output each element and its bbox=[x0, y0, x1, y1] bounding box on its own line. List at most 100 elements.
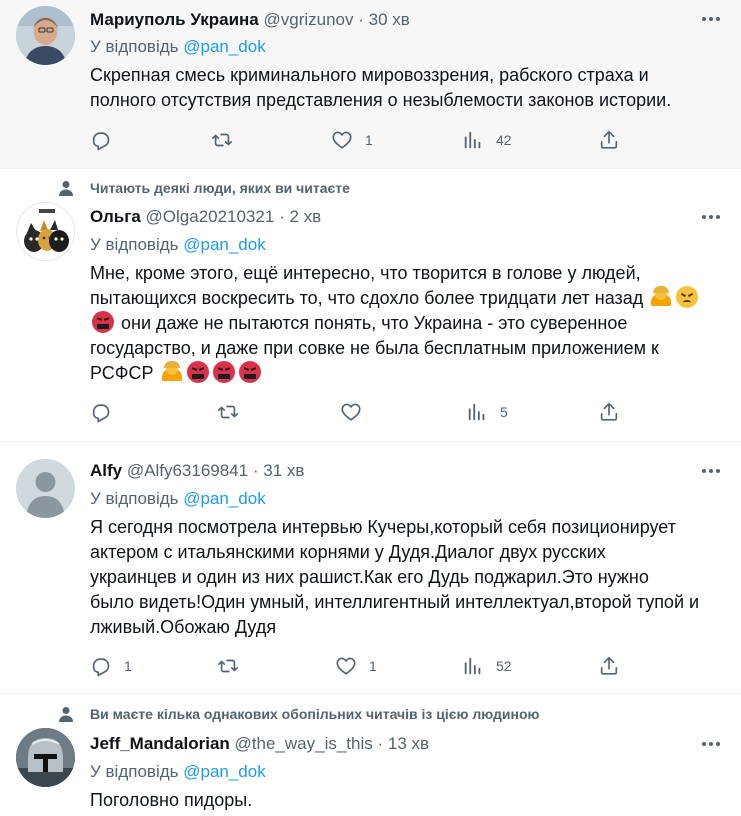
avatar[interactable] bbox=[16, 202, 75, 261]
tweet-text-line: они даже не пытаются понять, что Украина… bbox=[90, 311, 730, 336]
separator: · bbox=[377, 734, 384, 753]
timestamp[interactable]: 2 хв bbox=[289, 207, 321, 226]
reply-mention-link[interactable]: @pan_dok bbox=[183, 489, 266, 508]
reply-mention-link[interactable]: @pan_dok bbox=[183, 37, 266, 56]
tweet-actions: 1 1 52 bbox=[90, 654, 630, 678]
author-handle[interactable]: @Olga20210321 bbox=[146, 207, 275, 226]
reply-prefix: У відповідь bbox=[90, 762, 179, 781]
timestamp[interactable]: 30 хв bbox=[369, 10, 410, 29]
like-count: 1 bbox=[369, 658, 377, 674]
views-button[interactable]: 52 bbox=[462, 654, 512, 678]
retweet-icon bbox=[218, 659, 238, 673]
tweet-text-line: Скрепная смесь криминального мировоззрен… bbox=[90, 65, 649, 85]
views-chart-icon bbox=[464, 131, 481, 149]
reply-context: У відповідь @pan_dok bbox=[90, 761, 266, 783]
author-name[interactable]: Jeff_Mandalorian bbox=[90, 734, 230, 753]
tweet-text: Скрепная смесь криминального мировоззрен… bbox=[90, 63, 730, 113]
tweet-text-line: было видеть!Один умный, интеллигентный и… bbox=[90, 592, 700, 612]
views-button[interactable]: 42 bbox=[462, 128, 512, 152]
share-button[interactable] bbox=[598, 400, 620, 424]
heart-icon bbox=[341, 403, 361, 421]
tweet[interactable]: Ви маєте кілька однакових обопільних чит… bbox=[0, 694, 741, 816]
reply-button[interactable] bbox=[90, 400, 124, 424]
timestamp[interactable]: 31 хв bbox=[263, 461, 304, 480]
tweet-header: Jeff_Mandalorian @the_way_is_this · 13 х… bbox=[90, 733, 429, 755]
more-options-button[interactable] bbox=[699, 734, 723, 754]
face-with-symbols-emoji bbox=[92, 311, 114, 333]
like-count: 1 bbox=[365, 132, 373, 148]
reply-button[interactable] bbox=[90, 128, 124, 152]
like-button[interactable] bbox=[340, 400, 374, 424]
woman-facepalming-emoji bbox=[650, 286, 672, 308]
retweet-button[interactable] bbox=[210, 128, 246, 152]
retweet-icon bbox=[218, 405, 238, 419]
tweet-header: Alfy @Alfy63169841 · 31 хв bbox=[90, 460, 304, 482]
social-context: Читають деякі люди, яких ви читаєте bbox=[58, 179, 558, 197]
tweet-text-line: пытающихся воскресить то, что сдохло бол… bbox=[90, 286, 730, 311]
tweet-text-line: Поголовно пидоры. bbox=[90, 790, 253, 810]
reply-context: У відповідь @pan_dok bbox=[90, 488, 266, 510]
author-handle[interactable]: @Alfy63169841 bbox=[127, 461, 248, 480]
share-icon bbox=[600, 130, 618, 149]
tweet-text-line: актером с итальянскими корнями у Дудя.Ди… bbox=[90, 542, 606, 562]
separator: · bbox=[252, 461, 259, 480]
tweet-text-line: Мне, кроме этого, ещё интересно, что тво… bbox=[90, 263, 641, 283]
reply-mention-link[interactable]: @pan_dok bbox=[183, 762, 266, 781]
tweet-text-line: лживый.Обожаю Дудя bbox=[90, 617, 277, 637]
tweet-text-line: Я сегодня посмотрела интервью Кучеры,кот… bbox=[90, 517, 676, 537]
views-chart-icon bbox=[468, 403, 485, 421]
retweet-button[interactable] bbox=[216, 400, 252, 424]
social-context: Ви маєте кілька однакових обопільних чит… bbox=[58, 705, 658, 723]
tweet[interactable]: Alfy @Alfy63169841 · 31 хв У відповідь @… bbox=[0, 442, 741, 693]
separator: · bbox=[279, 207, 285, 226]
author-handle[interactable]: @the_way_is_this bbox=[235, 734, 373, 753]
tweet-actions: 5 bbox=[90, 400, 630, 424]
tweet-text-line: государство, и даже при совке не была бе… bbox=[90, 338, 659, 358]
view-count: 5 bbox=[500, 404, 508, 420]
tweet-text: Я сегодня посмотрела интервью Кучеры,кот… bbox=[90, 515, 730, 640]
reply-icon bbox=[92, 404, 110, 423]
more-options-button[interactable] bbox=[699, 9, 723, 29]
avatar[interactable] bbox=[16, 459, 75, 518]
share-icon bbox=[600, 402, 618, 421]
timestamp[interactable]: 13 хв bbox=[388, 734, 429, 753]
separator: · bbox=[358, 10, 364, 29]
reply-context: У відповідь @pan_dok bbox=[90, 234, 266, 256]
like-button[interactable]: 1 bbox=[335, 654, 377, 678]
tweet-text: Мне, кроме этого, ещё интересно, что тво… bbox=[90, 261, 730, 386]
tweet[interactable]: Мариуполь Украина @vgrizunov · 30 хв У в… bbox=[0, 0, 741, 168]
tweet-actions: 1 42 bbox=[90, 128, 630, 152]
share-button[interactable] bbox=[598, 654, 620, 678]
like-button[interactable]: 1 bbox=[331, 128, 373, 152]
reply-mention-link[interactable]: @pan_dok bbox=[183, 235, 266, 254]
tweet[interactable]: Читають деякі люди, яких ви читаєте Ольг… bbox=[0, 169, 741, 441]
author-handle[interactable]: @vgrizunov bbox=[264, 10, 354, 29]
tweet-text-line: РСФСР bbox=[90, 361, 730, 386]
views-button[interactable]: 5 bbox=[466, 400, 508, 424]
social-context-text: Читають деякі люди, яких ви читаєте bbox=[90, 180, 350, 196]
reply-count: 1 bbox=[124, 658, 132, 674]
default-profile-icon bbox=[16, 459, 75, 518]
face-with-symbols-emoji bbox=[186, 361, 209, 383]
retweet-icon bbox=[212, 133, 232, 147]
reply-context: У відповідь @pan_dok bbox=[90, 36, 266, 58]
face-with-symbols-emoji bbox=[238, 361, 261, 383]
views-chart-icon bbox=[464, 657, 481, 675]
more-options-button[interactable] bbox=[699, 461, 723, 481]
reply-icon bbox=[92, 132, 110, 151]
more-options-button[interactable] bbox=[699, 207, 723, 227]
author-name[interactable]: Ольга bbox=[90, 207, 141, 226]
share-icon bbox=[600, 656, 618, 675]
tweet-header: Ольга @Olga20210321 · 2 хв bbox=[90, 206, 321, 228]
author-name[interactable]: Alfy bbox=[90, 461, 122, 480]
avatar[interactable] bbox=[16, 6, 75, 65]
share-button[interactable] bbox=[598, 128, 620, 152]
retweet-button[interactable] bbox=[216, 654, 252, 678]
reply-icon bbox=[92, 658, 110, 677]
reply-prefix: У відповідь bbox=[90, 489, 179, 508]
avatar[interactable] bbox=[16, 728, 75, 787]
social-context-text: Ви маєте кілька однакових обопільних чит… bbox=[90, 706, 540, 722]
reply-button[interactable]: 1 bbox=[90, 654, 132, 678]
author-name[interactable]: Мариуполь Украина bbox=[90, 10, 259, 29]
reply-prefix: У відповідь bbox=[90, 37, 179, 56]
